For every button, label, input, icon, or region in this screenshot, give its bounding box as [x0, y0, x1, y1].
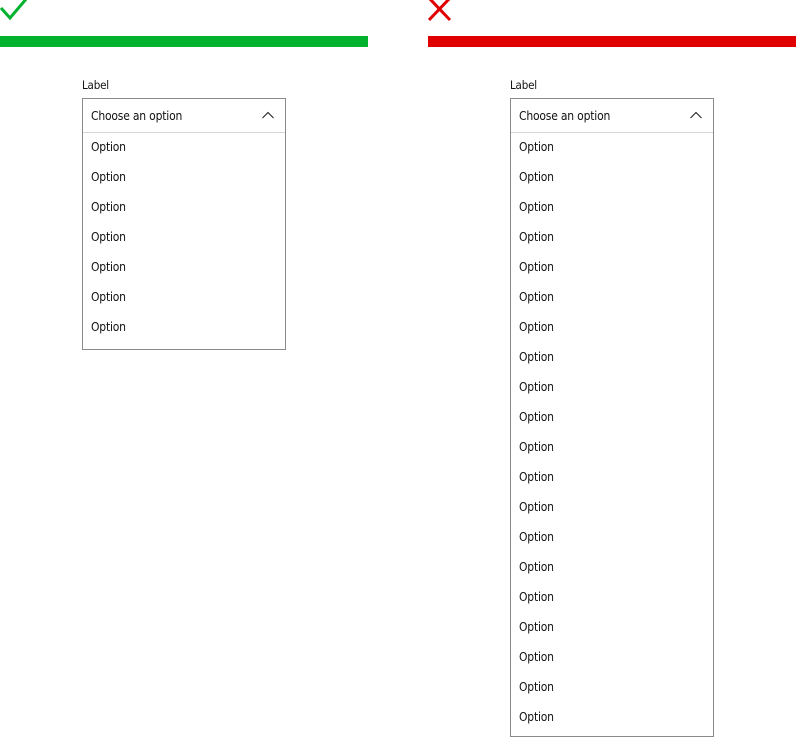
dropdown-option[interactable]: Option	[83, 136, 285, 166]
dropdown-option-label: Option	[519, 680, 554, 694]
dropdown-option[interactable]: Option	[83, 226, 285, 256]
dropdown-option[interactable]: Option	[511, 256, 713, 286]
dropdown-option[interactable]: Option	[511, 586, 713, 616]
dropdown-option[interactable]: Option	[83, 196, 285, 226]
dropdown-option[interactable]: Option	[511, 466, 713, 496]
dropdown-label: Label	[82, 78, 109, 92]
dropdown-option[interactable]: Option	[511, 496, 713, 526]
dropdown-option-label: Option	[519, 380, 554, 394]
dropdown-option-label: Option	[519, 290, 554, 304]
dropdown-option[interactable]: Option	[511, 346, 713, 376]
dropdown-option[interactable]: Option	[511, 556, 713, 586]
dropdown-selected-value: Choose an option	[519, 108, 611, 123]
dropdown-option-label: Option	[519, 170, 554, 184]
dropdown-option-label: Option	[519, 350, 554, 364]
dropdown-option[interactable]: Option	[511, 676, 713, 706]
dropdown-option-label: Option	[519, 260, 554, 274]
dropdown-trigger[interactable]: Choose an option	[83, 99, 285, 133]
dropdown-option[interactable]: Option	[511, 526, 713, 556]
dropdown-option-label: Option	[519, 320, 554, 334]
cross-icon	[428, 0, 452, 22]
dropdown-option[interactable]: Option	[511, 166, 713, 196]
dropdown-label: Label	[510, 78, 537, 92]
dropdown-option-label: Option	[519, 530, 554, 544]
dropdown-option-label: Option	[519, 590, 554, 604]
dropdown-option[interactable]: Option	[83, 166, 285, 196]
dropdown-option-label: Option	[519, 560, 554, 574]
chevron-up-icon	[262, 111, 274, 119]
dropdown-option-label: Option	[519, 140, 554, 154]
bad-example-panel: Label Choose an option Option Option Optio…	[428, 0, 796, 737]
dropdown-option-label: Option	[519, 500, 554, 514]
dropdown-option[interactable]: Option	[511, 646, 713, 676]
dropdown-option-label: Option	[91, 200, 126, 214]
bad-dropdown-field: Label Choose an option Option Option Optio…	[510, 78, 714, 737]
dropdown-option-label: Option	[519, 620, 554, 634]
dropdown-option[interactable]: Option	[511, 406, 713, 436]
dropdown-options-list: Option Option Option Option Option Option Opti…	[511, 133, 713, 736]
dropdown-option-label: Option	[91, 230, 126, 244]
dropdown-option-label: Option	[519, 440, 554, 454]
dropdown-option-label: Option	[519, 470, 554, 484]
dropdown-select: Choose an option Option Option Option Optio…	[82, 98, 286, 350]
dropdown-option-label: Option	[519, 200, 554, 214]
dropdown-option[interactable]: Option	[511, 286, 713, 316]
good-status-bar	[0, 36, 368, 47]
bad-status-bar	[428, 36, 796, 47]
dropdown-option-label: Option	[91, 260, 126, 274]
chevron-up-icon	[690, 111, 702, 119]
dropdown-selected-value: Choose an option	[91, 108, 183, 123]
good-dropdown-field: Label Choose an option Option Option Optio…	[82, 78, 286, 350]
dropdown-option-label: Option	[519, 710, 554, 724]
good-example-panel: Label Choose an option Option Option Optio…	[0, 0, 368, 734]
checkmark-icon	[0, 0, 28, 21]
dropdown-option[interactable]: Option	[511, 706, 713, 736]
dropdown-option[interactable]: Option	[83, 286, 285, 316]
dropdown-options-list: Option Option Option Option Option Option Opti…	[83, 133, 285, 349]
dropdown-option-label: Option	[91, 140, 126, 154]
dropdown-option[interactable]: Option	[511, 376, 713, 406]
dropdown-option-label: Option	[91, 290, 126, 304]
dropdown-trigger[interactable]: Choose an option	[511, 99, 713, 133]
dropdown-option-label: Option	[519, 410, 554, 424]
dropdown-option[interactable]: Option	[83, 256, 285, 286]
dropdown-option-label: Option	[91, 320, 126, 334]
dropdown-option-label: Option	[519, 650, 554, 664]
dropdown-select: Choose an option Option Option Option Optio…	[510, 98, 714, 737]
dropdown-option[interactable]: Option	[511, 196, 713, 226]
dropdown-option-label: Option	[91, 170, 126, 184]
dropdown-option[interactable]: Option	[511, 616, 713, 646]
dropdown-option[interactable]: Option	[511, 316, 713, 346]
dropdown-option[interactable]: Option	[511, 136, 713, 166]
dropdown-option-label: Option	[519, 230, 554, 244]
dropdown-option[interactable]: Option	[83, 316, 285, 346]
dropdown-option[interactable]: Option	[511, 226, 713, 256]
dropdown-option[interactable]: Option	[511, 436, 713, 466]
